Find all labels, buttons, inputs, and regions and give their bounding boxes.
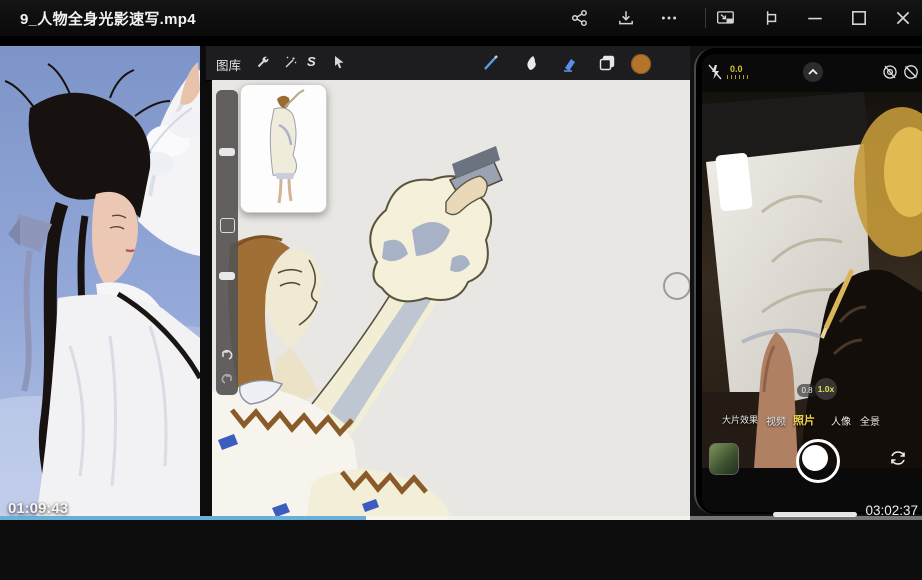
picture-in-picture-icon[interactable] — [716, 9, 736, 27]
mode-video[interactable]: 视频 — [766, 413, 786, 428]
chevron-up-icon[interactable] — [803, 62, 823, 82]
layers-icon[interactable] — [598, 54, 616, 72]
reference-photo — [0, 46, 200, 520]
mode-effects[interactable]: 大片效果 — [722, 413, 758, 426]
exposure-ruler — [727, 75, 751, 79]
selection-tool[interactable]: S — [307, 54, 316, 69]
close-icon[interactable] — [894, 9, 912, 27]
dock-to-side-icon[interactable] — [762, 9, 780, 27]
mode-portrait[interactable]: 人像 — [831, 413, 851, 428]
smudge-icon[interactable] — [522, 54, 540, 72]
player-window: 9_人物全身光影速写.mp4 — [0, 0, 922, 580]
mode-panorama[interactable]: 全景 — [860, 413, 880, 428]
filter-off-icon[interactable] — [881, 63, 899, 81]
share-icon[interactable] — [571, 9, 589, 27]
brush-size-slider[interactable] — [219, 148, 235, 156]
control-bar: 倍速 SVIP 高清 字幕 选集 — [0, 520, 922, 580]
redo-icon[interactable] — [219, 372, 235, 386]
minimize-icon[interactable] — [806, 9, 824, 27]
undo-icon[interactable] — [219, 348, 235, 362]
titlebar: 9_人物全身光影速写.mp4 — [0, 0, 922, 36]
transform-arrow-icon[interactable] — [332, 55, 346, 69]
current-time: 01:09:43 — [8, 500, 68, 517]
total-time: 03:02:37 — [865, 503, 918, 518]
zoom-0-8-button[interactable]: 0.8 — [797, 384, 817, 397]
download-icon[interactable] — [617, 9, 635, 27]
smart-off-icon[interactable] — [902, 63, 920, 81]
modify-button[interactable] — [220, 218, 235, 233]
opacity-slider[interactable] — [219, 272, 235, 280]
shutter-button-inner[interactable] — [802, 445, 828, 471]
reference-thumbnail-card[interactable] — [240, 84, 327, 213]
more-icon[interactable] — [660, 9, 678, 27]
titlebar-separator — [705, 8, 706, 28]
video-filename: 9_人物全身光影速写.mp4 — [20, 8, 196, 29]
mode-photo[interactable]: 照片 — [793, 412, 815, 428]
adjustments-wand-icon[interactable] — [283, 56, 297, 70]
procreate-toolbar — [206, 46, 690, 81]
maximize-icon[interactable] — [850, 9, 868, 27]
zoom-1x-button[interactable]: 1.0x — [815, 378, 837, 400]
color-swatch[interactable] — [631, 54, 651, 74]
procreate-sidebar — [216, 90, 238, 395]
exposure-value[interactable]: 0.0 — [730, 64, 743, 74]
canvas-floating-button[interactable] — [663, 272, 691, 300]
flash-off-icon[interactable] — [706, 63, 724, 81]
wrench-icon[interactable] — [256, 56, 270, 70]
camera-flip-icon[interactable] — [888, 448, 908, 468]
gallery-button[interactable]: 图库 — [216, 55, 241, 74]
eraser-icon[interactable] — [560, 55, 578, 73]
brush-icon[interactable] — [482, 54, 500, 72]
gallery-thumbnail[interactable] — [710, 444, 738, 474]
